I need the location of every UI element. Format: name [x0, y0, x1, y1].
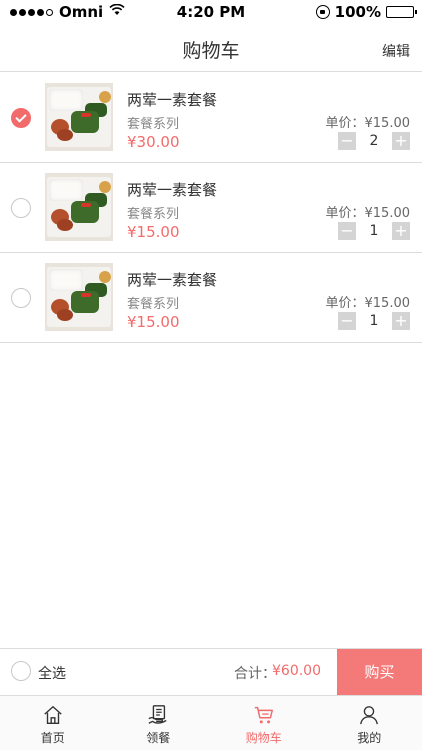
product-series: 套餐系列: [127, 297, 180, 312]
page-title: 购物车: [182, 40, 240, 62]
check-icon: [15, 111, 27, 123]
product-image[interactable]: [45, 83, 113, 151]
increase-button[interactable]: +: [392, 222, 410, 240]
tab-home[interactable]: 首页: [0, 696, 106, 750]
home-icon: [44, 705, 62, 724]
status-right: 100%: [315, 3, 417, 21]
buy-button[interactable]: 购买: [337, 649, 422, 695]
item-subtotal: ¥15.00: [127, 313, 180, 331]
tab-profile[interactable]: 我的: [317, 696, 422, 750]
cart-list: 两荤一素套餐 套餐系列 ¥30.00 单价：¥15.00 − 2 + 两荤一素套…: [0, 73, 422, 343]
select-all-checkbox[interactable]: [11, 661, 31, 681]
quantity-stepper: − 1 +: [338, 222, 410, 240]
total-amount: ¥60.00: [272, 663, 321, 679]
product-name[interactable]: 两荤一素套餐: [127, 269, 217, 290]
checkout-bar: 全选 合计： ¥60.00 购买: [0, 648, 422, 695]
unit-price: 单价：¥15.00: [325, 296, 411, 311]
product-name[interactable]: 两荤一素套餐: [127, 89, 217, 110]
total-label: 合计：: [234, 666, 276, 682]
decrease-button[interactable]: −: [338, 312, 356, 330]
tab-label: 我的: [357, 731, 382, 745]
quantity-value: 1: [369, 223, 379, 239]
increase-button[interactable]: +: [392, 132, 410, 150]
item-checkbox[interactable]: [11, 198, 31, 218]
increase-button[interactable]: +: [392, 312, 410, 330]
tab-cart[interactable]: 购物车: [211, 696, 317, 750]
edit-button[interactable]: 编辑: [382, 41, 410, 61]
unit-price: 单价：¥15.00: [325, 116, 411, 131]
product-series: 套餐系列: [127, 207, 180, 222]
product-name[interactable]: 两荤一素套餐: [127, 179, 217, 200]
nav-bar: 购物车 编辑: [0, 24, 422, 72]
quantity-value: 2: [369, 133, 379, 149]
item-checkbox[interactable]: [11, 108, 31, 128]
quantity-value: 1: [369, 313, 379, 329]
select-all-label[interactable]: 全选: [38, 663, 66, 683]
tab-bar: 首页 领餐 购物车 我的: [0, 695, 422, 750]
tab-label: 首页: [40, 731, 65, 745]
rotation-lock-icon: [315, 5, 330, 19]
decrease-button[interactable]: −: [338, 132, 356, 150]
item-subtotal: ¥15.00: [127, 223, 180, 241]
cart-item: 两荤一素套餐 套餐系列 ¥15.00 单价：¥15.00 − 1 +: [0, 253, 422, 343]
item-subtotal: ¥30.00: [127, 133, 180, 151]
tab-label: 领餐: [146, 731, 171, 745]
product-image[interactable]: [45, 263, 113, 331]
tab-label: 购物车: [245, 731, 282, 745]
battery-percent: 100%: [334, 3, 381, 21]
meal-pickup-icon: [148, 705, 167, 724]
cart-icon: [254, 706, 273, 724]
product-image[interactable]: [45, 173, 113, 241]
cart-item: 两荤一素套餐 套餐系列 ¥30.00 单价：¥15.00 − 2 +: [0, 73, 422, 163]
status-bar: Omni 4:20 PM 100%: [0, 0, 422, 24]
quantity-stepper: − 2 +: [338, 132, 410, 150]
tab-meal-pickup[interactable]: 领餐: [106, 696, 212, 750]
product-series: 套餐系列: [127, 117, 180, 132]
item-checkbox[interactable]: [11, 288, 31, 308]
quantity-stepper: − 1 +: [338, 312, 410, 330]
decrease-button[interactable]: −: [338, 222, 356, 240]
unit-price: 单价：¥15.00: [325, 206, 411, 221]
cart-item: 两荤一素套餐 套餐系列 ¥15.00 单价：¥15.00 − 1 +: [0, 163, 422, 253]
battery-icon: [386, 6, 417, 18]
profile-icon: [360, 706, 379, 725]
